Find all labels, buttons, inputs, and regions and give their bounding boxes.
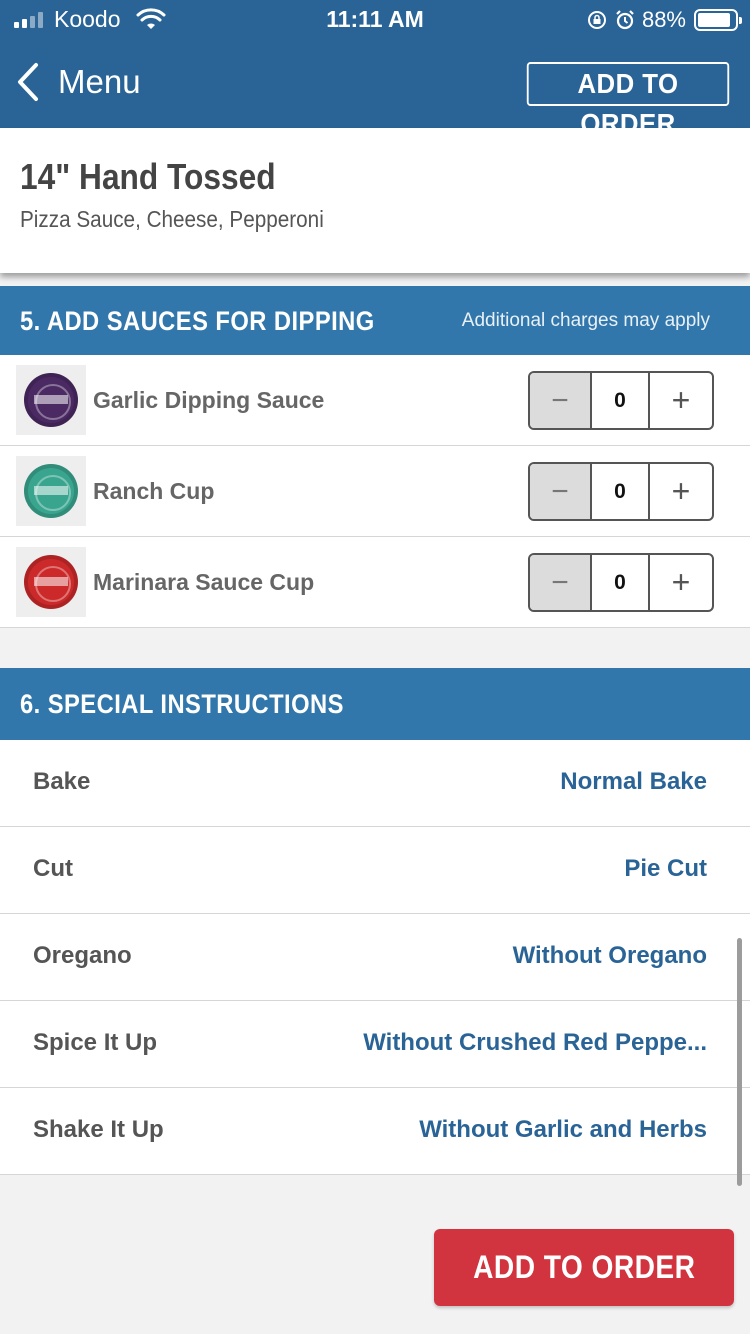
sauce-thumbnail: [16, 456, 86, 526]
alarm-icon: [616, 10, 634, 30]
sauces-section-note: Additional charges may apply: [461, 310, 710, 331]
increment-button[interactable]: +: [650, 373, 712, 428]
chevron-left-icon: [18, 63, 38, 101]
rotation-lock-icon: [587, 11, 606, 29]
instruction-label: Oregano: [33, 942, 132, 969]
instruction-row-oregano[interactable]: Oregano Without Oregano: [0, 914, 750, 1001]
battery-level: [698, 13, 730, 27]
decrement-button[interactable]: −: [530, 373, 592, 428]
quantity-value: 0: [592, 373, 650, 428]
battery-icon: [694, 9, 742, 31]
sauce-name: Garlic Dipping Sauce: [93, 387, 325, 413]
status-bar: Koodo 11:11 AM 88%: [0, 0, 750, 40]
decrement-button[interactable]: −: [530, 555, 592, 610]
sauce-name: Ranch Cup: [93, 478, 215, 504]
instruction-value[interactable]: Normal Bake: [560, 768, 707, 796]
instruction-value[interactable]: Without Garlic and Herbs: [419, 1116, 707, 1144]
header-add-to-order-button[interactable]: ADD TO ORDER: [526, 62, 730, 139]
instructions-list: Bake Normal Bake Cut Pie Cut Oregano Wit…: [0, 740, 750, 1175]
sauce-row-ranch: Ranch Cup − 0 +: [0, 446, 750, 537]
instruction-label: Bake: [33, 768, 91, 795]
sauce-cup-icon: [24, 555, 78, 609]
quantity-stepper: − 0 +: [528, 371, 714, 430]
sauce-row-marinara: Marinara Sauce Cup − 0 +: [0, 537, 750, 628]
scrollbar[interactable]: [737, 938, 742, 1186]
quantity-value: 0: [592, 555, 650, 610]
instructions-section-title: 6. SPECIAL INSTRUCTIONS: [20, 689, 344, 719]
sauce-row-garlic: Garlic Dipping Sauce − 0 +: [0, 355, 750, 446]
product-subtitle: Pizza Sauce, Cheese, Pepperoni: [20, 206, 324, 232]
sauces-section-title: 5. ADD SAUCES FOR DIPPING: [20, 306, 375, 336]
increment-button[interactable]: +: [650, 464, 712, 519]
instruction-row-bake[interactable]: Bake Normal Bake: [0, 740, 750, 827]
add-to-order-label: ADD TO ORDER: [472, 1249, 696, 1285]
back-label: Menu: [58, 63, 141, 100]
instructions-section-header: 6. SPECIAL INSTRUCTIONS: [0, 668, 750, 740]
product-header: 14" Hand Tossed Pizza Sauce, Cheese, Pep…: [0, 128, 750, 273]
status-right: 88%: [586, 6, 742, 34]
instruction-value[interactable]: Without Oregano: [513, 942, 707, 970]
back-button[interactable]: Menu: [14, 62, 141, 102]
battery-percent: 88%: [641, 7, 686, 32]
product-title: 14" Hand Tossed: [20, 156, 276, 197]
quantity-value: 0: [592, 464, 650, 519]
sauces-section-header: 5. ADD SAUCES FOR DIPPING Additional cha…: [0, 286, 750, 355]
instruction-value[interactable]: Pie Cut: [624, 855, 707, 883]
instruction-row-shake[interactable]: Shake It Up Without Garlic and Herbs: [0, 1088, 750, 1175]
sauce-thumbnail: [16, 365, 86, 435]
sauce-list: Garlic Dipping Sauce − 0 + Ranch Cup − 0…: [0, 355, 750, 628]
decrement-button[interactable]: −: [530, 464, 592, 519]
quantity-stepper: − 0 +: [528, 462, 714, 521]
instruction-label: Spice It Up: [33, 1029, 158, 1056]
sauce-name: Marinara Sauce Cup: [93, 569, 315, 595]
sauce-cup-icon: [24, 373, 78, 427]
add-to-order-button[interactable]: ADD TO ORDER: [434, 1229, 734, 1306]
quantity-stepper: − 0 +: [528, 553, 714, 612]
top-bar: Koodo 11:11 AM 88% Menu ADD TO ORDER: [0, 0, 750, 139]
instruction-row-spice[interactable]: Spice It Up Without Crushed Red Peppe...: [0, 1001, 750, 1088]
sauce-thumbnail: [16, 547, 86, 617]
increment-button[interactable]: +: [650, 555, 712, 610]
instruction-row-cut[interactable]: Cut Pie Cut: [0, 827, 750, 914]
instruction-value[interactable]: Without Crushed Red Peppe...: [363, 1029, 707, 1057]
instruction-label: Shake It Up: [33, 1116, 164, 1143]
instruction-label: Cut: [33, 855, 73, 882]
sauce-cup-icon: [24, 464, 78, 518]
